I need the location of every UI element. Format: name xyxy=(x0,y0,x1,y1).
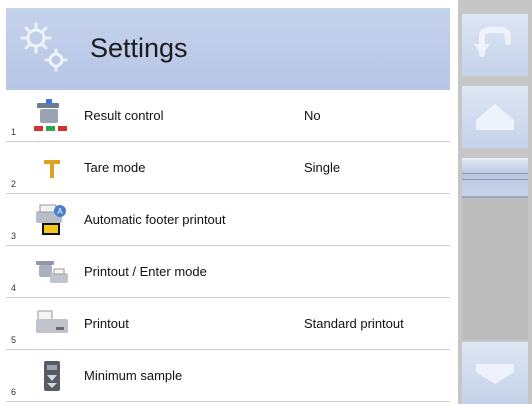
page-title: Settings xyxy=(90,33,188,63)
tare-t-icon xyxy=(44,160,60,178)
row-label: Automatic footer printout xyxy=(84,212,226,227)
setting-row-printout[interactable]: 5 Printout Standard printout xyxy=(6,299,450,350)
row-value: Standard printout xyxy=(304,316,404,331)
setting-row-tare-mode[interactable]: 2 Tare mode Single xyxy=(6,143,450,194)
grip-line xyxy=(462,173,528,174)
row-number: 3 xyxy=(11,231,17,241)
back-icon xyxy=(474,27,511,57)
row-value: Single xyxy=(304,160,341,175)
row-label: Printout xyxy=(84,316,129,331)
minimum-sample-icon xyxy=(44,361,60,391)
scroll-down-button[interactable] xyxy=(462,342,528,404)
svg-text:A: A xyxy=(57,207,63,216)
back-button[interactable] xyxy=(462,14,528,76)
row-label: Minimum sample xyxy=(84,368,183,383)
setting-row-printout-enter-mode[interactable]: 4 Printout / Enter mode xyxy=(6,247,450,298)
scrollbar-thumb[interactable] xyxy=(462,158,528,198)
row-number: 2 xyxy=(11,179,17,189)
home-icon xyxy=(476,104,514,130)
scale-printer-icon xyxy=(36,261,68,283)
grip-line xyxy=(462,179,528,180)
setting-row-result-control[interactable]: 1 Result control No xyxy=(6,91,450,142)
navigation-sidebar xyxy=(458,0,532,404)
header-bar: Settings xyxy=(6,8,450,90)
home-button[interactable] xyxy=(462,86,528,148)
scale-check-icon xyxy=(34,99,67,131)
scroll-down-icon xyxy=(476,364,514,384)
scrollbar-track[interactable] xyxy=(462,158,528,340)
row-number: 6 xyxy=(11,387,17,397)
row-value: No xyxy=(304,108,321,123)
setting-row-automatic-footer-printout[interactable]: 3 A Automatic footer printout xyxy=(6,195,450,246)
gears-icon xyxy=(20,22,68,72)
row-label: Result control xyxy=(84,108,164,123)
row-label: Printout / Enter mode xyxy=(84,264,207,279)
printer-icon xyxy=(36,310,68,333)
row-number: 1 xyxy=(11,127,17,137)
auto-printer-icon: A xyxy=(36,204,66,235)
row-number: 4 xyxy=(11,283,17,293)
row-label: Tare mode xyxy=(84,160,146,175)
settings-panel: Settings 1 Result control No 2 Tare mode… xyxy=(0,0,458,404)
row-number: 5 xyxy=(11,335,17,345)
setting-row-minimum-sample[interactable]: 6 Minimum sample xyxy=(6,351,450,402)
